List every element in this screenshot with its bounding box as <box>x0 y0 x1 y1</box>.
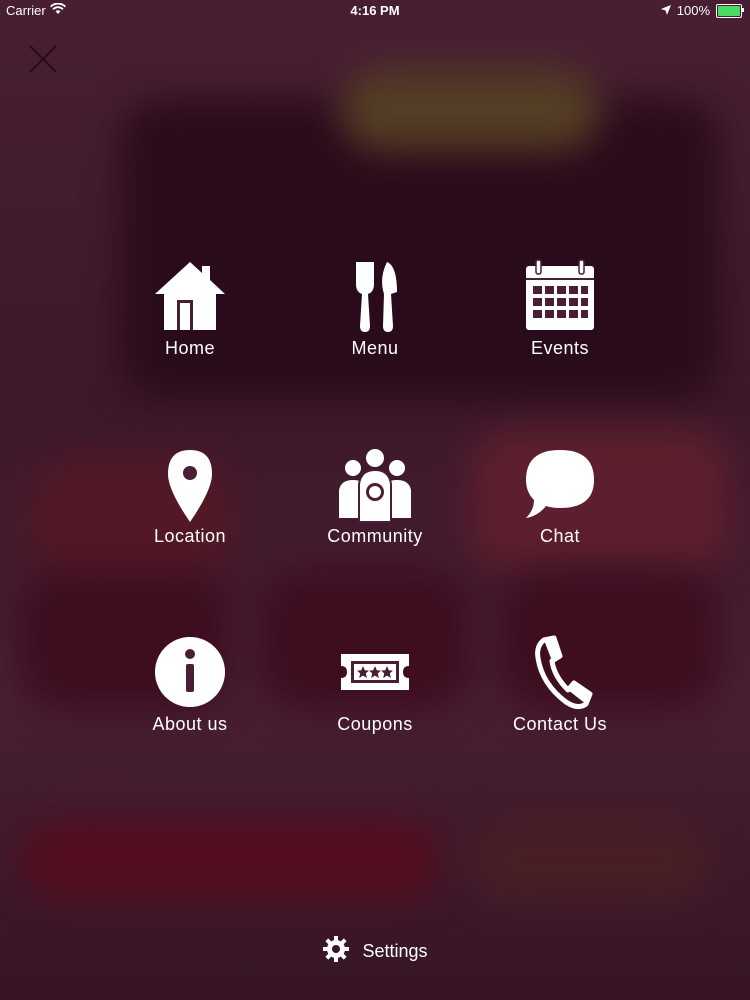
menu-item-label: Coupons <box>337 714 413 734</box>
menu-item-chat[interactable]: Chat <box>475 446 645 556</box>
chat-bubble-icon <box>520 446 600 526</box>
menu-item-location[interactable]: Location <box>105 446 275 556</box>
settings-label: Settings <box>362 940 428 961</box>
menu-item-label: About us <box>152 714 228 734</box>
menu-item-community[interactable]: Community <box>290 446 460 556</box>
ticket-icon <box>335 634 415 714</box>
map-pin-icon <box>150 446 230 526</box>
home-icon <box>150 258 230 338</box>
menu-item-coupons[interactable]: Coupons <box>290 634 460 744</box>
menu-item-label: Home <box>164 338 215 358</box>
community-icon <box>335 446 415 526</box>
menu-item-label: Contact Us <box>512 714 608 734</box>
menu-item-events[interactable]: Events <box>475 258 645 368</box>
calendar-icon <box>520 258 600 338</box>
gear-icon <box>322 935 350 968</box>
menu-item-home[interactable]: Home <box>105 258 275 368</box>
menu-item-contact-us[interactable]: Contact Us <box>475 634 645 744</box>
menu-item-menu[interactable]: Menu <box>290 258 460 368</box>
menu-item-label: Events <box>530 338 590 358</box>
menu-item-about-us[interactable]: About us <box>105 634 275 744</box>
menu-grid: Home Menu Events Location Community Chat… <box>0 0 750 1000</box>
menu-item-label: Chat <box>539 526 581 546</box>
info-icon <box>150 634 230 714</box>
fork-knife-icon <box>335 258 415 338</box>
settings-button[interactable]: Settings <box>0 935 750 967</box>
phone-icon <box>520 634 600 714</box>
menu-item-label: Community <box>327 526 423 546</box>
menu-item-label: Menu <box>351 338 399 358</box>
menu-item-label: Location <box>153 526 227 546</box>
